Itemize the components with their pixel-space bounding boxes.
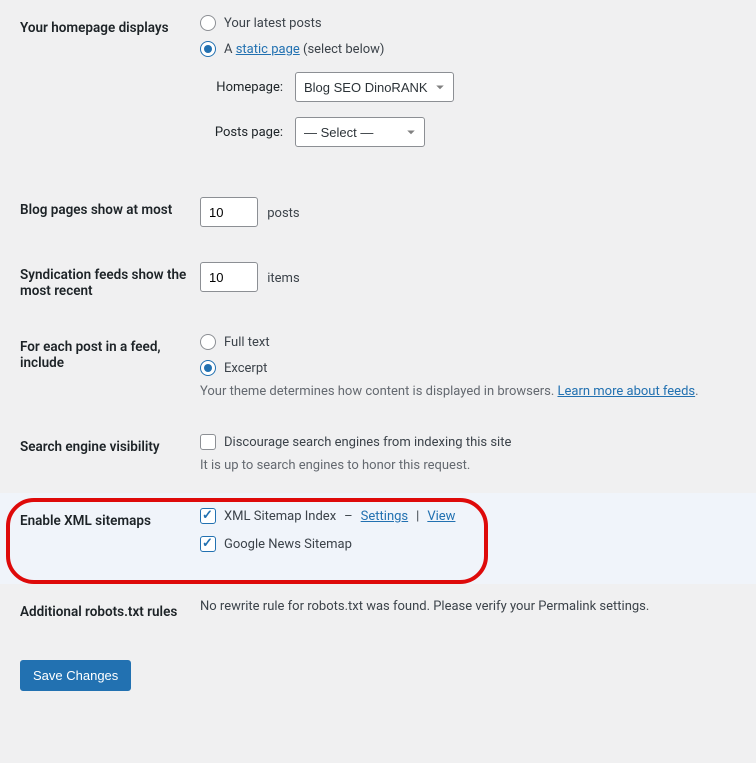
radio-excerpt-input[interactable] (200, 360, 216, 376)
search-visibility-label: Search engine visibility (0, 419, 200, 493)
xml-settings-link[interactable]: Settings (361, 509, 408, 524)
static-page-link[interactable]: static page (236, 42, 300, 57)
pipe-separator: | (416, 509, 419, 524)
homepage-select[interactable]: Blog SEO DinoRANK (295, 72, 454, 102)
learn-more-feeds-link[interactable]: Learn more about feeds (558, 384, 696, 399)
static-page-suffix: (select below) (300, 42, 385, 57)
blog-pages-unit: posts (267, 206, 299, 221)
discourage-text: Discourage search engines from indexing … (224, 435, 511, 450)
google-news-sitemap-checkbox[interactable] (200, 536, 216, 552)
radio-latest-posts-text: Your latest posts (224, 16, 322, 31)
dash-separator: – (344, 509, 353, 524)
radio-excerpt[interactable]: Excerpt (200, 360, 746, 376)
xml-sitemaps-label: Enable XML sitemaps (0, 493, 200, 584)
syndication-input[interactable] (200, 262, 258, 292)
radio-static-page[interactable]: A static page (select below) (200, 41, 746, 57)
syndication-label: Syndication feeds show the most recent (0, 247, 200, 319)
radio-full-text-label: Full text (224, 335, 270, 350)
xml-sitemap-index-text: XML Sitemap Index (224, 509, 336, 524)
google-news-sitemap-text: Google News Sitemap (224, 537, 352, 552)
radio-latest-posts[interactable]: Your latest posts (200, 15, 746, 31)
feed-desc-prefix: Your theme determines how content is dis… (200, 384, 558, 399)
feed-desc-suffix: . (695, 384, 698, 399)
feed-content-description: Your theme determines how content is dis… (200, 384, 746, 399)
homepage-select-label: Homepage: (200, 80, 295, 95)
radio-full-text[interactable]: Full text (200, 334, 746, 350)
blog-pages-input[interactable] (200, 197, 258, 227)
discourage-checkbox-label[interactable]: Discourage search engines from indexing … (200, 434, 746, 450)
radio-latest-posts-input[interactable] (200, 15, 216, 31)
posts-page-select[interactable]: — Select — (295, 117, 425, 147)
search-visibility-description: It is up to search engines to honor this… (200, 458, 746, 473)
save-changes-button[interactable]: Save Changes (20, 660, 131, 691)
radio-excerpt-label: Excerpt (224, 361, 267, 376)
static-page-prefix: A (224, 42, 236, 57)
xml-view-link[interactable]: View (427, 509, 455, 524)
radio-static-page-input[interactable] (200, 41, 216, 57)
posts-page-select-label: Posts page: (200, 125, 295, 140)
homepage-displays-label: Your homepage displays (0, 0, 200, 182)
robots-label: Additional robots.txt rules (0, 584, 200, 640)
robots-description: No rewrite rule for robots.txt was found… (200, 599, 649, 614)
blog-pages-label: Blog pages show at most (0, 182, 200, 247)
syndication-unit: items (267, 271, 299, 286)
xml-sitemap-index-checkbox[interactable] (200, 508, 216, 524)
feed-content-label: For each post in a feed, include (0, 319, 200, 419)
radio-static-page-text: A static page (select below) (224, 42, 384, 57)
discourage-checkbox[interactable] (200, 434, 216, 450)
radio-full-text-input[interactable] (200, 334, 216, 350)
